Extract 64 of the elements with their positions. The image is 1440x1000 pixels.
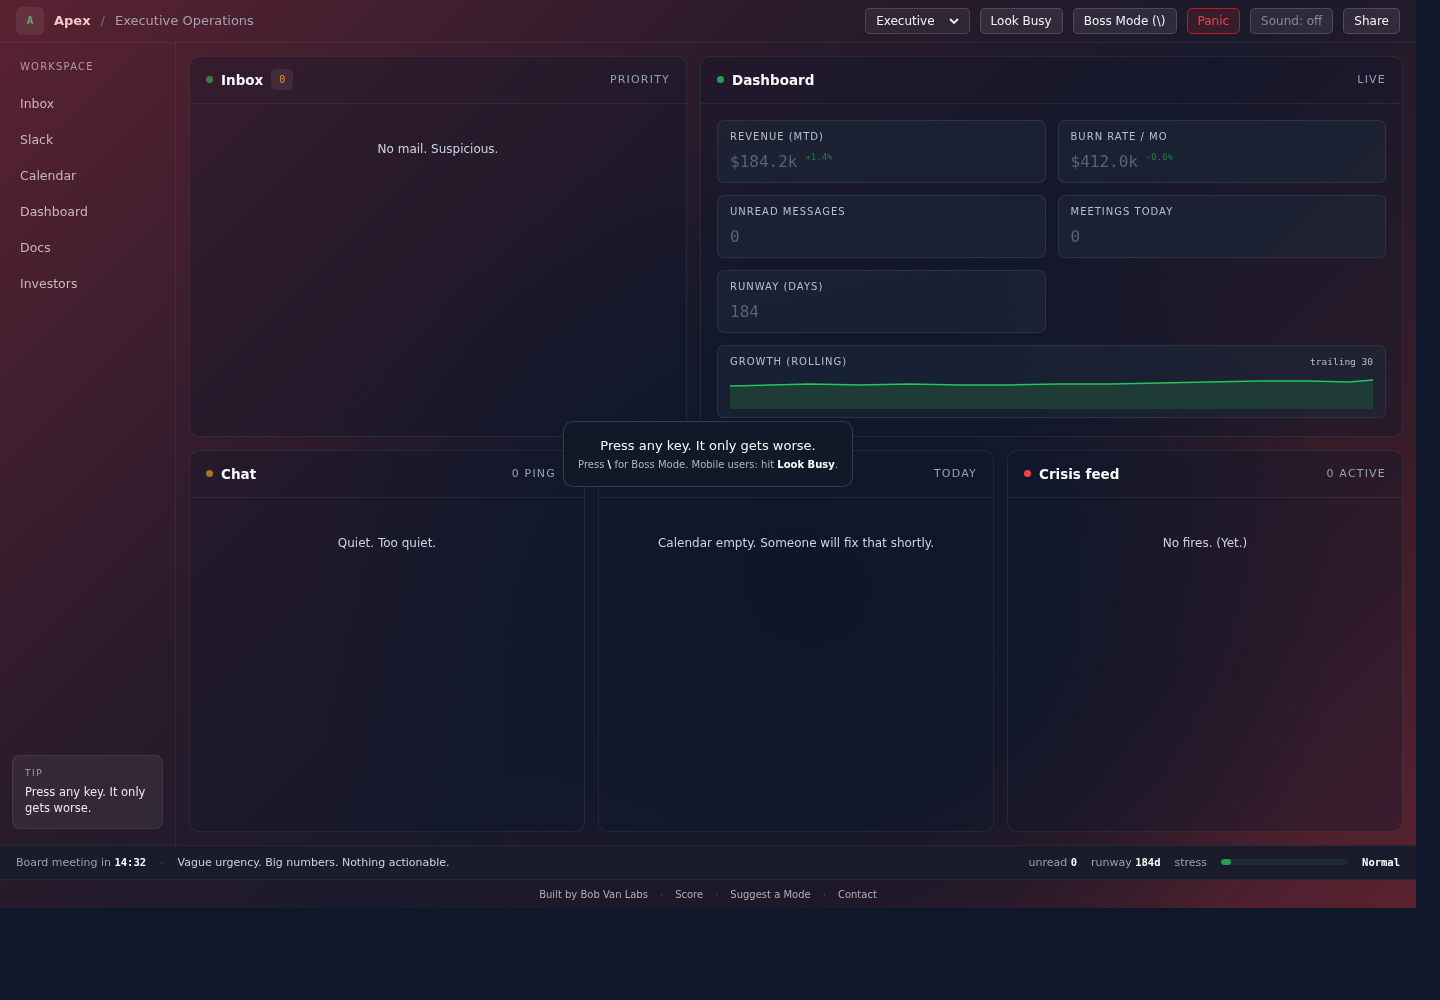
footer-link[interactable]: Built by Bob Van Labs [539,888,648,900]
metric-value: 0 [1070,226,1081,246]
sidebar-item[interactable]: Calendar [12,157,163,194]
panic-button[interactable]: Panic [1186,7,1241,34]
empty-message: Calendar empty. Someone will fix that shortly. [657,534,935,550]
separator-dot: · [822,888,826,900]
chevron-down-icon [948,17,959,24]
metric-delta: +1.4% [805,151,833,162]
panel-title: Crisis feed [1039,465,1120,482]
panel-meta: PRIORITY [609,73,670,87]
metric-label: UNREAD MESSAGES [730,205,847,217]
panel-meta: TODAY [933,467,977,481]
footer-link[interactable]: Suggest a Mode [730,888,811,900]
empty-message: No mail. Suspicious. [376,140,500,156]
footer-link[interactable]: Contact [837,888,877,900]
separator-dot: · [160,855,164,869]
sound-toggle[interactable]: Sound: off [1250,7,1334,34]
panel-title: Dashboard [732,71,815,88]
metric-delta: -0.6% [1145,151,1174,162]
breadcrumb-separator: / [100,13,105,29]
sidebar-item[interactable]: Inbox [12,85,163,122]
sidebar-item[interactable]: Dashboard [12,193,163,230]
mode-select[interactable]: Executive [865,7,970,34]
panel-meta: 0 ACTIVE [1326,467,1386,481]
stress-label: stress [1174,855,1208,869]
panel-meta: LIVE [1357,73,1386,87]
empty-message: No fires. (Yet.) [1161,534,1249,550]
header-button[interactable]: Look Busy [979,7,1063,34]
metric-label: BURN RATE / MO [1070,130,1169,142]
metric-label: RUNWAY (DAYS) [730,280,825,292]
metric-value: $184.2k [730,151,798,171]
stress-value: Normal [1362,856,1400,869]
metric-label: GROWTH (ROLLING) [730,355,848,367]
header-button[interactable]: Boss Mode (\) [1072,7,1177,34]
panel-title: Inbox [221,71,264,88]
toast-title: Press any key. It only gets worse. [600,438,816,453]
sidebar-item[interactable]: Docs [12,229,163,266]
panel-title: Chat [221,465,257,482]
panel-meta: 0 PING [511,467,556,481]
page-title: Executive Operations [114,13,254,29]
brand-name: Apex [54,13,91,29]
toast-text: Press \ for Boss Mode. Mobile users: hit Look Busy. [578,459,838,470]
sidebar-item[interactable]: Slack [12,121,163,158]
footer-link[interactable]: Score [675,888,704,900]
metric-value: 184 [730,301,759,321]
sidebar-heading: WORKSPACE [19,59,95,74]
countdown-text: Board meeting in 14:32 [16,855,147,869]
empty-message: Quiet. Too quiet. [336,534,438,550]
header-button[interactable]: Share [1343,7,1400,34]
metric-label: REVENUE (MTD) [730,130,825,142]
runway-text: runway 184d [1091,855,1161,869]
sidebar-item[interactable]: Investors [12,265,163,302]
metric-label: MEETINGS TODAY [1070,205,1175,217]
tip-label: TIP [25,767,45,778]
metric-value: 0 [730,226,740,246]
trailing-note: trailing 30 [1310,355,1373,367]
separator-dot: · [659,888,664,900]
logo: A [16,6,44,35]
metric-value: $412.0k [1070,151,1138,171]
separator-dot: · [715,888,719,900]
tip-text: Press any key. It only gets worse. [25,783,147,816]
count-badge: 0 [271,69,294,91]
unread-count: unread 0 [1028,855,1077,869]
status-message: Vague urgency. Big numbers. Nothing actionable. [177,855,450,869]
